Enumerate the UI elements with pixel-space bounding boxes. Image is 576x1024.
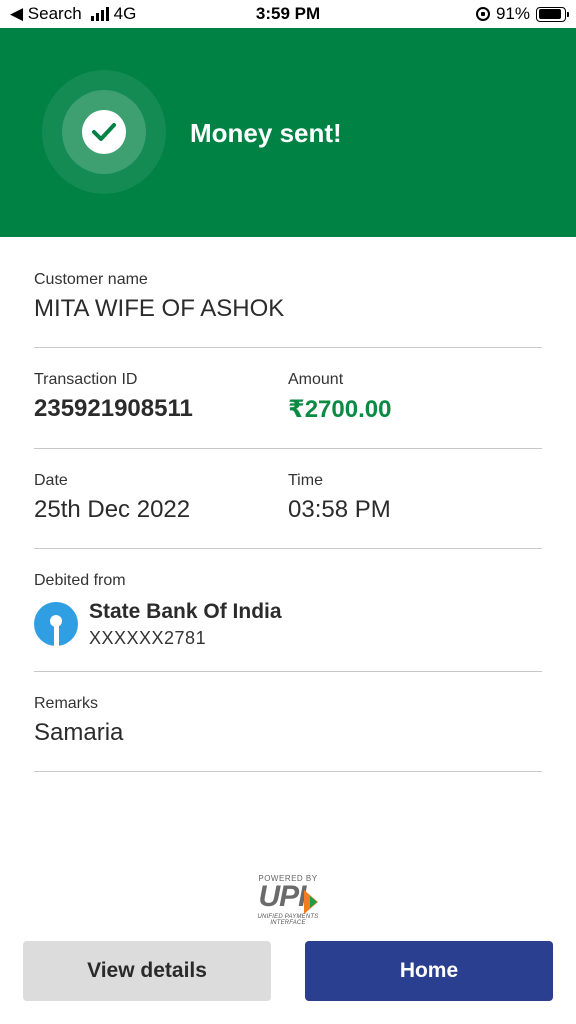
status-bar: ◀ Search 4G 3:59 PM 91%	[0, 0, 576, 28]
upi-arrow-icon	[303, 889, 318, 914]
datetime-section: Date 25th Dec 2022 Time 03:58 PM	[34, 472, 542, 532]
battery-icon	[536, 6, 569, 22]
divider	[34, 671, 542, 672]
amount-block: Amount ₹2700.00	[288, 371, 391, 424]
divider	[34, 548, 542, 549]
rotation-lock-icon	[475, 7, 490, 21]
time-block: Time 03:58 PM	[288, 472, 391, 524]
amount-value: ₹2700.00	[288, 396, 392, 423]
remarks-value: Samaria	[34, 719, 124, 746]
upi-brand: UPI	[258, 880, 306, 913]
bank-account-number: XXXXXX2781	[89, 628, 207, 648]
customer-name-label: Customer name	[34, 271, 148, 288]
remarks-label: Remarks	[34, 695, 99, 712]
customer-name-value: MITA WIFE OF ASHOK	[34, 295, 285, 322]
remarks-section: Remarks Samaria	[34, 695, 542, 747]
time-label: Time	[288, 472, 323, 489]
debited-section: Debited from State Bank Of India XXXXXX2…	[34, 572, 542, 652]
view-details-button[interactable]: View details	[23, 941, 271, 1001]
divider	[34, 448, 542, 449]
divider	[34, 347, 542, 348]
debited-from-label: Debited from	[34, 572, 126, 589]
amount-label: Amount	[288, 371, 344, 388]
sbi-logo-icon	[34, 602, 78, 646]
upi-subtitle: UNIFIED PAYMENTS INTERFACE	[257, 913, 319, 926]
upi-wordmark: UPI	[240, 880, 336, 914]
success-banner: Money sent!	[0, 28, 576, 237]
status-right: 91%	[475, 4, 569, 24]
time-value: 03:58 PM	[288, 496, 391, 523]
transaction-section: Transaction ID 235921908511 Amount ₹2700…	[34, 371, 542, 431]
bank-name: State Bank Of India	[89, 600, 282, 623]
customer-section: Customer name MITA WIFE OF ASHOK	[34, 271, 542, 323]
success-title: Money sent!	[190, 118, 342, 148]
upi-logo: POWERED BY UPI UNIFIED PAYMENTS INTERFAC…	[240, 874, 336, 926]
check-icon	[82, 110, 126, 154]
battery-percent: 91%	[495, 4, 530, 23]
home-button[interactable]: Home	[305, 941, 553, 1001]
divider	[34, 771, 542, 772]
